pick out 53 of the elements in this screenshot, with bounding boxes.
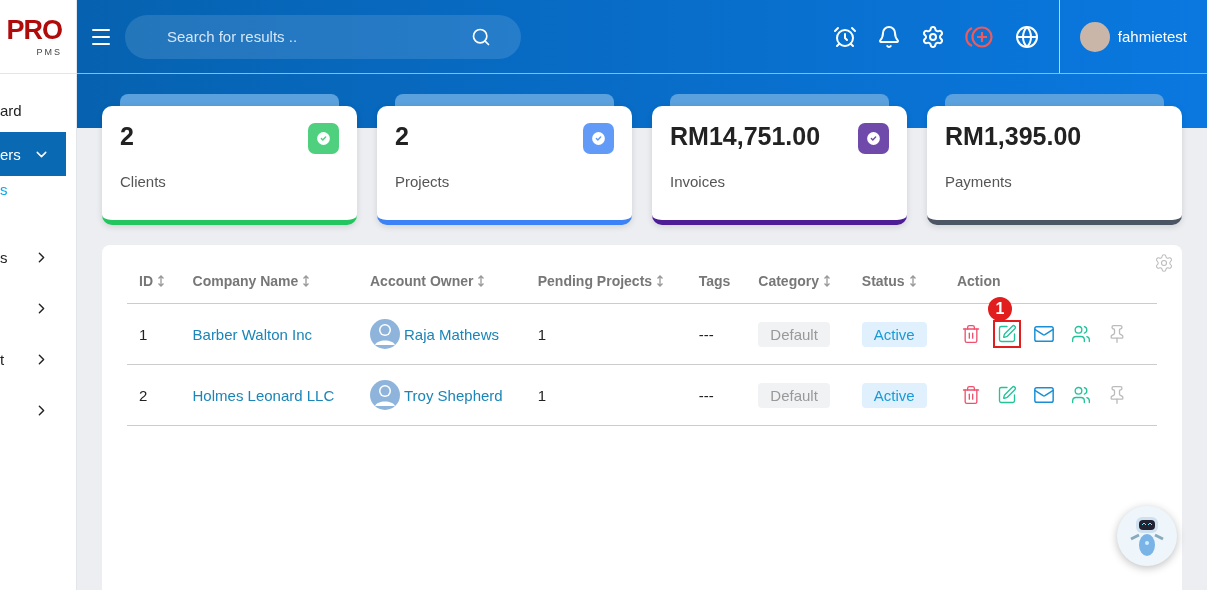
table-cell: --- [686,364,747,426]
sidebar-item[interactable]: s [0,176,66,202]
sort-icon[interactable] [477,275,486,287]
sort-icon[interactable] [157,275,165,287]
sort-icon[interactable] [908,275,917,287]
sidebar-item[interactable]: ers [0,132,66,176]
stat-value: 2 [120,122,135,151]
logo-text: PRO [6,16,62,44]
table-cell: --- [686,303,747,365]
avatar-icon [370,380,400,410]
search-icon[interactable] [471,26,491,47]
sidebar-item[interactable]: s [0,232,66,283]
column-header[interactable]: Pending Projects [525,273,687,304]
table-cell: 1 [525,364,687,426]
logo-tagline: PMS [36,46,62,57]
column-header: Tags [686,273,747,304]
settings-icon[interactable] [920,24,945,49]
sort-icon[interactable] [656,275,665,287]
owner-link[interactable]: Raja Mathews [404,325,500,343]
category-tag: Default [758,321,830,347]
sort-icon[interactable] [823,275,831,287]
stat-label: Projects [395,173,451,190]
edit-icon[interactable] [992,320,1021,348]
sidebar-item[interactable]: t [0,334,66,385]
column-header[interactable]: Company Name [180,273,358,304]
owner-link[interactable]: Troy Shepherd [404,386,503,404]
stat-value: RM1,395.00 [945,122,1083,151]
stat-value: 2 [395,122,410,151]
status-tag: Active [861,382,927,408]
column-header[interactable]: ID [127,273,181,304]
step-callout: 1 [987,297,1012,321]
table-cell: 1 [525,303,687,365]
category-tag: Default [758,382,830,408]
table-cell: 2 [127,364,181,426]
stat-value: RM14,751.00 [670,122,822,151]
table-cell: 1 [127,303,181,365]
stat-label: Payments [945,173,1013,190]
globe-icon[interactable] [1014,24,1039,49]
avatar-icon [370,319,400,349]
sort-icon[interactable] [302,275,311,287]
company-link[interactable]: Holmes Leonard LLC [192,386,335,404]
user-avatar[interactable] [1079,21,1110,52]
column-header[interactable]: Status [849,273,945,304]
company-link[interactable]: Barber Walton Inc [192,325,313,343]
stat-label: Clients [120,173,167,190]
alarm-clock-icon[interactable] [832,24,857,49]
column-header[interactable]: Account Owner [358,273,526,304]
user-name[interactable]: fahmietest [1117,28,1187,45]
bell-icon[interactable] [876,24,901,49]
status-tag: Active [861,321,927,347]
column-header[interactable]: Category [746,273,850,304]
stat-label: Invoices [670,173,727,190]
sidebar-item[interactable]: ard [0,88,66,132]
